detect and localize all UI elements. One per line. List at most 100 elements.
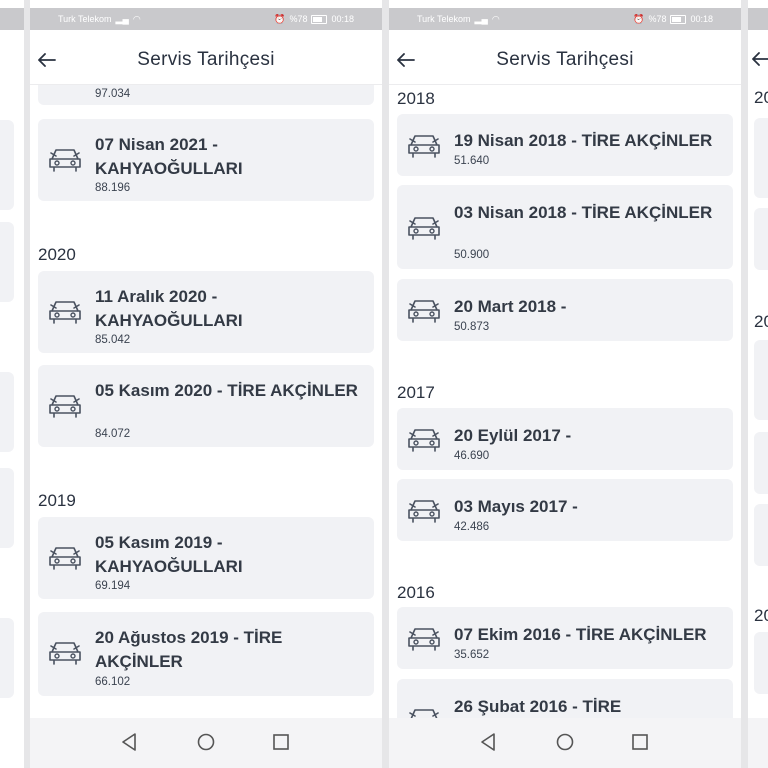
status-bar: Turk Telekom ▂▄ ◠ ⏰ %78 00:18 bbox=[30, 8, 382, 30]
app-header: Servis Tarihçesi bbox=[389, 36, 741, 85]
service-card[interactable]: 20 Ağustos 2019 - TİRE AKÇİNLER 66.102 bbox=[38, 612, 374, 696]
card-km: 46.690 bbox=[454, 450, 490, 462]
system-nav-bar bbox=[389, 718, 741, 768]
car-service-icon bbox=[49, 395, 81, 418]
signal-icon: ▂▄ bbox=[474, 13, 488, 24]
card-title: 19 Nisan 2018 - TİRE AKÇİNLER bbox=[454, 131, 713, 150]
service-card[interactable]: 26 Şubat 2016 - TİRE bbox=[397, 679, 733, 718]
circle-home-icon[interactable] bbox=[555, 732, 575, 752]
circle-home-icon[interactable] bbox=[196, 732, 216, 752]
car-service-icon bbox=[408, 429, 440, 452]
car-service-icon bbox=[49, 547, 81, 570]
wifi-icon: ◠ bbox=[491, 13, 500, 24]
wifi-icon: ◠ bbox=[132, 13, 141, 24]
card-km: 35.652 bbox=[454, 649, 490, 661]
car-service-icon bbox=[49, 301, 81, 324]
service-history-list[interactable]: 97.034 07 Nisan 2021 - KAHYAOĞULLARI 88.… bbox=[30, 85, 382, 718]
left-edge-screen bbox=[0, 0, 24, 768]
alarm-icon: ⏰ bbox=[274, 13, 286, 24]
carrier-label: Turk Telekom bbox=[58, 14, 112, 24]
year-heading: 20 bbox=[754, 88, 768, 107]
carrier-label: Turk Telekom bbox=[417, 14, 471, 24]
battery-icon bbox=[311, 14, 328, 24]
triangle-back-icon[interactable] bbox=[479, 732, 497, 752]
year-heading: 2019 bbox=[38, 491, 76, 510]
car-service-icon bbox=[408, 217, 440, 240]
card-km: 42.486 bbox=[454, 521, 490, 533]
service-card[interactable]: 19 Nisan 2018 - TİRE AKÇİNLER 51.640 bbox=[397, 114, 733, 176]
card-km: 51.640 bbox=[454, 155, 490, 167]
card-title: 05 Kasım 2019 - KAHYAOĞULLARI bbox=[95, 533, 243, 576]
card-km: 66.102 bbox=[95, 676, 131, 688]
service-card[interactable]: 03 Mayıs 2017 - 42.486 bbox=[397, 479, 733, 541]
status-bar: Turk Telekom ▂▄ ◠ ⏰ %78 00:18 bbox=[389, 8, 741, 30]
service-card[interactable]: 20 Mart 2018 - 50.873 bbox=[397, 279, 733, 341]
card-title: 20 Ağustos 2019 - TİRE AKÇİNLER bbox=[95, 628, 283, 671]
right-edge-card bbox=[754, 118, 768, 198]
year-heading: 2016 bbox=[397, 583, 435, 602]
signal-icon: ▂▄ bbox=[115, 13, 129, 24]
card-title: 20 Mart 2018 - bbox=[454, 297, 567, 316]
card-title: 03 Nisan 2018 - TİRE AKÇİNLER bbox=[454, 203, 713, 222]
left-edge-card bbox=[0, 222, 14, 302]
right-edge-card bbox=[754, 504, 768, 566]
car-service-icon bbox=[49, 642, 81, 665]
year-heading: 2017 bbox=[397, 383, 435, 402]
car-service-icon bbox=[408, 500, 440, 523]
page-title: Servis Tarihçesi bbox=[496, 49, 634, 70]
left-edge-status-bar bbox=[0, 8, 24, 30]
left-edge-card bbox=[0, 372, 14, 452]
right-edge-nav-bar bbox=[748, 718, 768, 768]
square-recent-icon[interactable] bbox=[631, 732, 649, 752]
card-km: 97.034 bbox=[95, 88, 131, 100]
right-edge-screen: 20 20 20 bbox=[748, 0, 768, 768]
square-recent-icon[interactable] bbox=[272, 732, 290, 752]
right-edge-status-bar bbox=[748, 8, 768, 30]
card-title: 11 Aralık 2020 - KAHYAOĞULLARI bbox=[95, 287, 243, 330]
card-km: 84.072 bbox=[95, 428, 131, 440]
card-title: 20 Eylül 2017 - bbox=[454, 426, 572, 445]
card-km: 50.900 bbox=[454, 249, 490, 261]
year-heading: 2018 bbox=[397, 89, 435, 108]
battery-percent: %78 bbox=[289, 14, 308, 24]
car-service-icon bbox=[409, 709, 439, 718]
right-edge-card bbox=[754, 432, 768, 494]
service-card[interactable]: 03 Nisan 2018 - TİRE AKÇİNLER 50.900 bbox=[397, 185, 733, 269]
battery-percent: %78 bbox=[648, 14, 667, 24]
service-card[interactable]: 97.034 bbox=[38, 85, 374, 105]
service-card[interactable]: 05 Kasım 2019 - KAHYAOĞULLARI 69.194 bbox=[38, 517, 374, 599]
car-service-icon bbox=[49, 149, 81, 172]
service-history-list[interactable]: 2018 19 Nisan 2018 - TİRE AKÇİNLER 51.64… bbox=[389, 85, 741, 718]
card-title: 05 Kasım 2020 - TİRE AKÇİNLER bbox=[95, 381, 358, 400]
right-edge-card bbox=[754, 632, 768, 694]
card-km: 88.196 bbox=[95, 182, 131, 194]
triangle-back-icon[interactable] bbox=[120, 732, 138, 752]
service-card[interactable]: 11 Aralık 2020 - KAHYAOĞULLARI 85.042 bbox=[38, 271, 374, 353]
year-heading: 20 bbox=[754, 606, 768, 625]
right-edge-card bbox=[754, 208, 768, 270]
service-card[interactable]: 20 Eylül 2017 - 46.690 bbox=[397, 408, 733, 470]
system-nav-bar bbox=[30, 718, 382, 768]
card-km: 50.873 bbox=[454, 321, 490, 333]
arrow-left-icon bbox=[752, 52, 768, 66]
car-service-icon bbox=[408, 300, 440, 323]
car-service-icon bbox=[408, 628, 440, 651]
clock: 00:18 bbox=[331, 14, 354, 24]
app-header: Servis Tarihçesi bbox=[30, 36, 382, 85]
page-title: Servis Tarihçesi bbox=[137, 49, 275, 70]
service-card[interactable]: 05 Kasım 2020 - TİRE AKÇİNLER 84.072 bbox=[38, 365, 374, 447]
screen-2: Turk Telekom ▂▄ ◠ ⏰ %78 00:18 Servis Tar… bbox=[389, 0, 741, 768]
left-edge-card bbox=[0, 468, 14, 548]
card-title: 07 Ekim 2016 - TİRE AKÇİNLER bbox=[454, 625, 707, 644]
service-card[interactable]: 07 Nisan 2021 - KAHYAOĞULLARI 88.196 bbox=[38, 119, 374, 201]
left-edge-card bbox=[0, 618, 14, 698]
year-heading: 2020 bbox=[38, 245, 76, 264]
year-heading: 20 bbox=[754, 312, 768, 331]
left-edge-card bbox=[0, 120, 14, 210]
clock: 00:18 bbox=[690, 14, 713, 24]
service-card[interactable]: 07 Ekim 2016 - TİRE AKÇİNLER 35.652 bbox=[397, 607, 733, 669]
alarm-icon: ⏰ bbox=[633, 13, 645, 24]
car-service-icon bbox=[408, 135, 440, 158]
right-edge-card bbox=[754, 340, 768, 420]
card-title: 03 Mayıs 2017 - bbox=[454, 497, 578, 516]
